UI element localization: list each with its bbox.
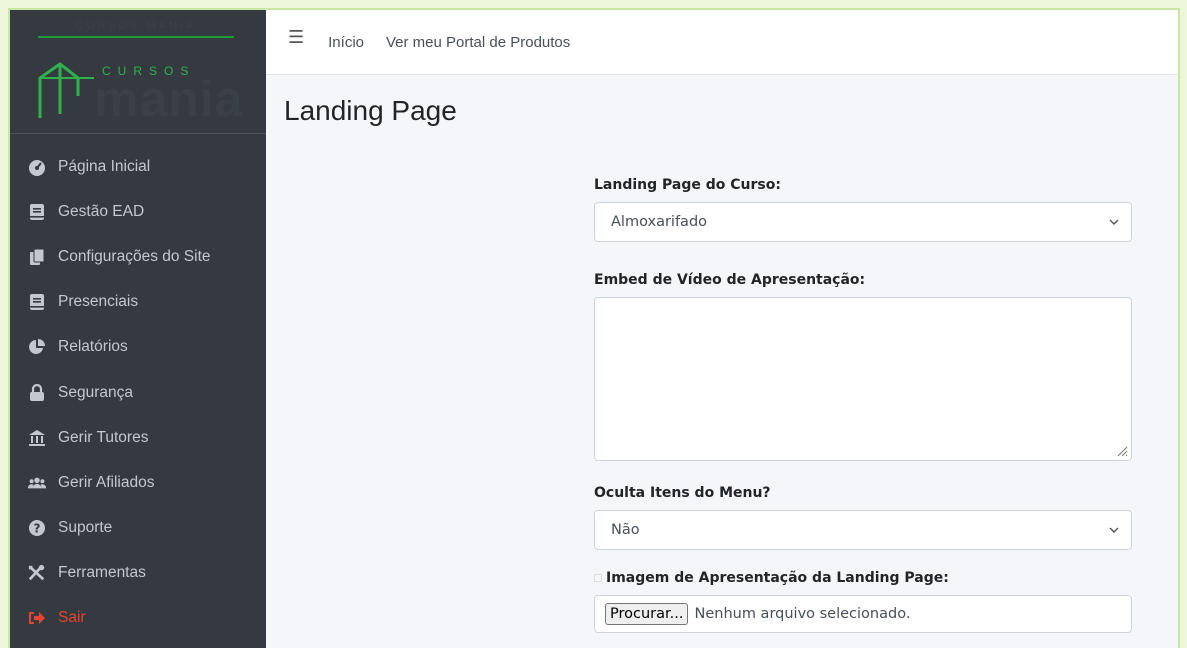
logo-mania-text: mania xyxy=(94,71,244,127)
chevron-down-icon xyxy=(1109,219,1119,225)
sidebar-nav: Página Inicial Gestão EAD Configurações … xyxy=(10,134,266,641)
sidebar-item-gerir-afiliados[interactable]: Gerir Afiliados xyxy=(10,460,266,505)
brand-top-text: CURSOS MANIA xyxy=(38,18,234,38)
brand-logo[interactable]: CURSOS MANIA CURSOS mania xyxy=(10,10,266,134)
hide-menu-label: Oculta Itens do Menu? xyxy=(594,485,771,501)
image-label: Imagem de Apresentação da Landing Page: xyxy=(594,570,1132,586)
nav-link-portal-produtos[interactable]: Ver meu Portal de Produtos xyxy=(386,34,570,51)
chevron-down-icon xyxy=(1109,527,1119,533)
sidebar-item-label: Segurança xyxy=(58,383,133,401)
nav-link-inicio[interactable]: Início xyxy=(328,34,364,51)
image-file-input[interactable]: Procurar... Nenhum arquivo selecionado. xyxy=(594,595,1132,633)
browse-button[interactable]: Procurar... xyxy=(605,603,689,625)
sidebar-item-gerir-tutores[interactable]: Gerir Tutores xyxy=(10,415,266,460)
image-checkbox[interactable] xyxy=(594,574,602,582)
sidebar-item-configuracoes-do-site[interactable]: Configurações do Site xyxy=(10,234,266,279)
resize-grip-icon[interactable] xyxy=(1116,445,1128,457)
page-title: Landing Page xyxy=(284,95,457,126)
svg-text:?: ? xyxy=(34,522,41,536)
hide-menu-select-value: Não xyxy=(611,522,640,538)
hide-menu-select[interactable]: Não xyxy=(594,510,1132,550)
sidebar-item-pagina-inicial[interactable]: Página Inicial xyxy=(10,144,266,189)
sidebar-item-label: Página Inicial xyxy=(58,157,151,175)
main-content: Landing Page Landing Page do Curso: Almo… xyxy=(266,75,1178,648)
sidebar-item-relatorios[interactable]: Relatórios xyxy=(10,325,266,370)
sidebar-item-label: Suporte xyxy=(58,519,113,537)
sidebar-item-label: Ferramentas xyxy=(58,564,146,582)
video-embed-textarea[interactable] xyxy=(594,297,1132,461)
sidebar-item-label: Sair xyxy=(58,609,86,627)
course-select-value: Almoxarifado xyxy=(611,214,708,230)
sidebar-item-label: Gestão EAD xyxy=(58,202,145,220)
sidebar-item-seguranca[interactable]: Segurança xyxy=(10,370,266,415)
sidebar-item-suporte[interactable]: ? Suporte xyxy=(10,506,266,551)
hamburger-menu-icon[interactable]: ☰ xyxy=(288,27,304,48)
sidebar: CURSOS MANIA CURSOS mania Página Inicial xyxy=(10,10,266,648)
course-select[interactable]: Almoxarifado xyxy=(594,202,1132,242)
sidebar-item-sair[interactable]: Sair xyxy=(10,596,266,641)
university-icon xyxy=(28,429,46,447)
sign-out-icon xyxy=(28,609,46,627)
file-status-text: Nenhum arquivo selecionado. xyxy=(694,606,911,622)
sidebar-item-label: Presenciais xyxy=(58,293,139,311)
sidebar-item-label: Relatórios xyxy=(58,338,128,356)
video-label: Embed de Vídeo de Apresentação: xyxy=(594,272,866,288)
sidebar-item-gestao-ead[interactable]: Gestão EAD xyxy=(10,189,266,234)
landing-page-form: Landing Page do Curso: Almoxarifado Embe… xyxy=(594,177,1132,633)
question-circle-icon: ? xyxy=(28,519,46,537)
copy-icon xyxy=(28,248,46,266)
image-label-text: Imagem de Apresentação da Landing Page: xyxy=(606,570,949,586)
users-icon xyxy=(28,474,46,492)
book-icon xyxy=(28,203,46,221)
course-label: Landing Page do Curso: xyxy=(594,177,781,193)
sidebar-item-label: Configurações do Site xyxy=(58,247,211,265)
sidebar-item-label: Gerir Afiliados xyxy=(58,473,155,491)
sidebar-item-label: Gerir Tutores xyxy=(58,428,149,446)
pie-chart-icon xyxy=(28,338,46,356)
tachometer-icon xyxy=(28,158,46,176)
sidebar-item-presenciais[interactable]: Presenciais xyxy=(10,280,266,325)
top-navbar: ☰ Início Ver meu Portal de Produtos xyxy=(266,10,1178,75)
book-icon xyxy=(28,293,46,311)
tools-icon xyxy=(28,564,46,582)
app-frame: CURSOS MANIA CURSOS mania Página Inicial xyxy=(8,8,1180,648)
lock-icon xyxy=(28,383,46,402)
sidebar-item-ferramentas[interactable]: Ferramentas xyxy=(10,551,266,596)
